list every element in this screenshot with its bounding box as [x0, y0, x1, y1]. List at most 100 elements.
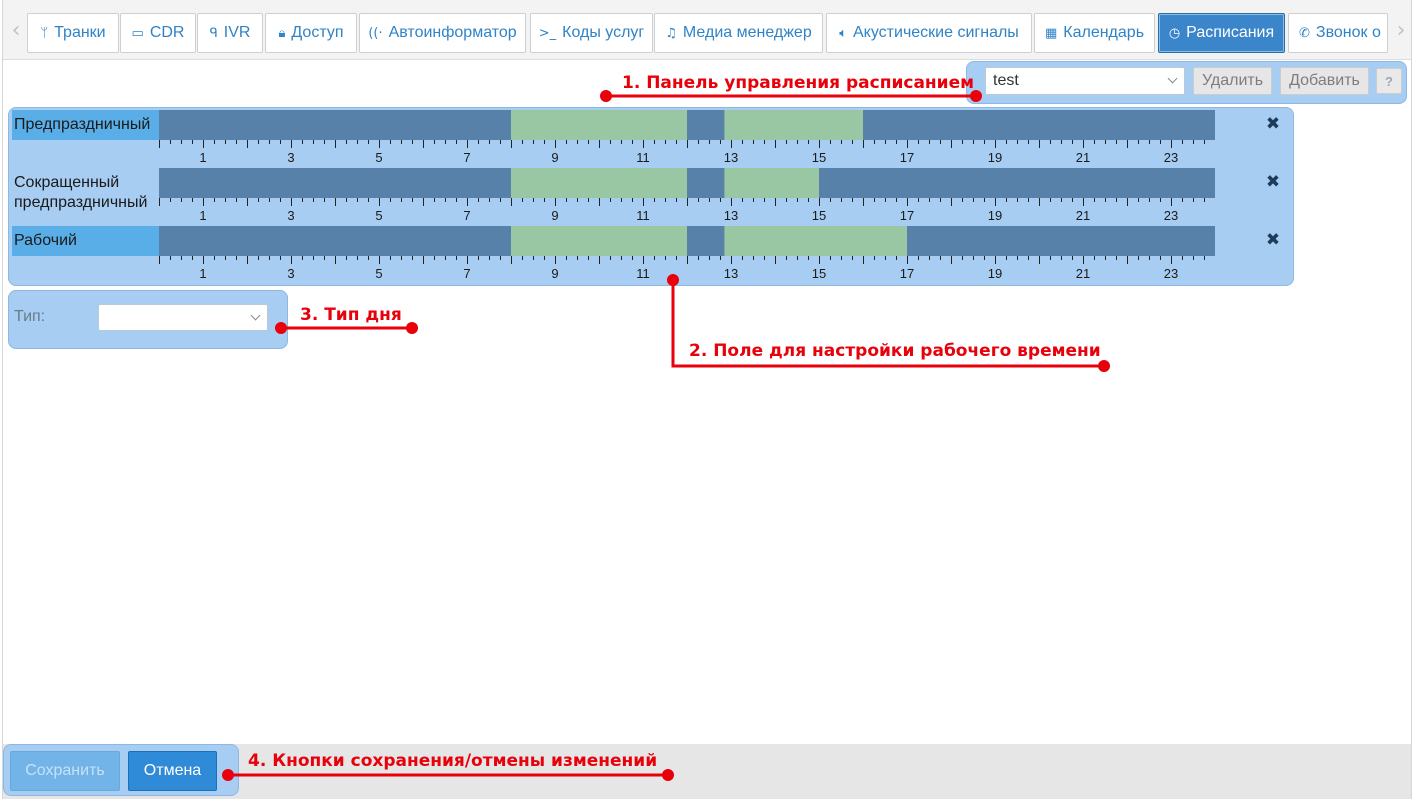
- chat-icon: ᑫ: [209, 25, 218, 41]
- ruler-tick-label: 3: [287, 208, 294, 223]
- scroll-left-icon[interactable]: ‹: [8, 20, 24, 44]
- annotation-4: 4. Кнопки сохранения/отмены изменений: [248, 751, 658, 771]
- tab-call[interactable]: ✆ Звонок о: [1288, 13, 1388, 53]
- hour-ruler: 1 3 5 7 9 11 13 15 17 19 21 23: [159, 140, 1205, 165]
- credit-card-icon: ▭: [131, 25, 144, 41]
- ruler-tick-label: 5: [375, 150, 382, 165]
- schedule-select[interactable]: test: [985, 67, 1185, 95]
- ruler-tick-label: 19: [988, 266, 1002, 281]
- ruler-tick-label: 19: [988, 150, 1002, 165]
- tab-label: IVR: [223, 24, 251, 41]
- timeline-bar[interactable]: [159, 110, 1215, 140]
- ruler-tick-label: 13: [724, 266, 738, 281]
- ruler-tick-label: 23: [1164, 150, 1178, 165]
- ruler-tick-label: 7: [463, 208, 470, 223]
- work-period-segment[interactable]: [511, 110, 687, 140]
- hour-ruler: 1 3 5 7 9 11 13 15 17 19 21 23: [159, 198, 1205, 223]
- ruler-tick-label: 9: [551, 266, 558, 281]
- day-type-select[interactable]: [98, 304, 268, 331]
- day-row-label: Предпраздничный: [12, 110, 159, 140]
- ruler-tick-label: 1: [199, 150, 206, 165]
- tab-acoustic-signals[interactable]: 🔈︎ Акустические сигналы: [826, 13, 1032, 53]
- help-button[interactable]: ?: [1376, 68, 1402, 94]
- tab-label: Автоинформатор: [388, 24, 517, 41]
- tab-calendar[interactable]: ▦ Календарь: [1034, 13, 1155, 53]
- footer-bar: Сохранить Отмена: [3, 744, 1411, 799]
- tab-label: Доступ: [291, 24, 344, 41]
- tab-label: Медиа менеджер: [682, 24, 812, 41]
- ruler-tick-label: 21: [1076, 266, 1090, 281]
- volume-icon: 🔈︎: [839, 25, 847, 41]
- work-period-segment[interactable]: [511, 226, 687, 256]
- tab-strip: ‹ ᛘ Транки ▭ CDR ᑫ IVR 🔒︎ Доступ ((· Авт…: [3, 0, 1411, 60]
- cancel-button[interactable]: Отмена: [128, 751, 217, 791]
- tab-media-manager[interactable]: ♫ Медиа менеджер: [654, 13, 823, 53]
- ruler-tick-label: 9: [551, 208, 558, 223]
- calendar-icon: ▦: [1044, 25, 1058, 41]
- work-period-segment[interactable]: [724, 110, 863, 140]
- timeline-bar[interactable]: [159, 168, 1215, 198]
- remove-row-icon[interactable]: ✖: [1265, 173, 1281, 191]
- ruler-tick-label: 21: [1076, 150, 1090, 165]
- hour-ruler: 1 3 5 7 9 11 13 15 17 19 21 23: [159, 256, 1205, 281]
- add-button[interactable]: Добавить: [1280, 67, 1369, 95]
- day-type-label: Тип:: [14, 308, 46, 325]
- ruler-tick-label: 13: [724, 208, 738, 223]
- terminal-icon: >_: [538, 25, 557, 41]
- day-row-label-line1: Сокращенный: [14, 174, 120, 191]
- save-button[interactable]: Сохранить: [10, 751, 120, 791]
- day-row-label: Рабочий: [12, 226, 159, 256]
- work-period-segment[interactable]: [724, 226, 907, 256]
- tab-schedules[interactable]: ◷ Расписания: [1158, 13, 1285, 53]
- tab-access[interactable]: 🔒︎ Доступ: [265, 13, 357, 53]
- tab-cdr[interactable]: ▭ CDR: [120, 13, 196, 53]
- annotation-2: 2. Поле для настройки рабочего времени: [689, 341, 1101, 361]
- day-row-label-line2: предпраздничный: [14, 194, 148, 211]
- phone-icon: ✆: [1299, 25, 1310, 41]
- tab-label: CDR: [149, 24, 185, 41]
- scroll-right-icon[interactable]: ›: [1393, 20, 1409, 44]
- music-icon: ♫: [665, 25, 677, 41]
- tab-autoinformer[interactable]: ((· Автоинформатор: [359, 13, 526, 53]
- ruler-tick-label: 15: [812, 266, 826, 281]
- clock-icon: ◷: [1168, 25, 1181, 41]
- work-period-segment[interactable]: [511, 168, 687, 198]
- remove-row-icon[interactable]: ✖: [1265, 115, 1281, 133]
- ruler-tick-label: 23: [1164, 208, 1178, 223]
- ruler-tick-label: 15: [812, 208, 826, 223]
- ruler-tick-label: 11: [636, 150, 650, 165]
- ruler-tick-label: 23: [1164, 266, 1178, 281]
- timeline-bar[interactable]: [159, 226, 1215, 256]
- lock-icon: 🔒︎: [278, 25, 286, 41]
- working-time-panel: Предпраздничный 1 3 5 7 9 11 13 15 17 19 21 23 ✖ Со…: [8, 107, 1294, 286]
- ruler-tick-label: 7: [463, 150, 470, 165]
- tab-label: Звонок о: [1315, 24, 1381, 41]
- ruler-tick-label: 17: [900, 150, 914, 165]
- branch-icon: ᛘ: [40, 25, 49, 41]
- tab-label: Календарь: [1063, 24, 1145, 41]
- tab-service-codes[interactable]: >_ Коды услуг: [530, 13, 653, 53]
- ruler-tick-label: 1: [199, 208, 206, 223]
- remove-row-icon[interactable]: ✖: [1265, 231, 1281, 249]
- schedule-select-value: test: [993, 72, 1019, 89]
- save-cancel-panel: Сохранить Отмена: [3, 744, 239, 796]
- ruler-tick-label: 15: [812, 150, 826, 165]
- tab-ivr[interactable]: ᑫ IVR: [197, 13, 263, 53]
- tab-label: Акустические сигналы: [853, 24, 1019, 41]
- day-row-label-line1: Рабочий: [14, 232, 77, 249]
- tab-label: Транки: [54, 24, 106, 41]
- ruler-tick-label: 17: [900, 208, 914, 223]
- ruler-tick-label: 3: [287, 266, 294, 281]
- day-row-label: Сокращенный предпраздничный: [12, 168, 159, 211]
- day-row-workday: Рабочий 1 3 5 7 9 11 13 15 17 19 21 23 ✖: [9, 224, 1295, 282]
- ruler-tick-label: 7: [463, 266, 470, 281]
- ruler-tick-label: 21: [1076, 208, 1090, 223]
- ruler-tick-label: 9: [551, 150, 558, 165]
- day-row-short-preholiday: Сокращенный предпраздничный 1 3 5 7 9 11 13 15 1…: [9, 166, 1295, 224]
- ruler-tick-label: 13: [724, 150, 738, 165]
- chevron-down-icon: [1167, 73, 1178, 84]
- delete-button[interactable]: Удалить: [1193, 67, 1272, 95]
- tab-trunks[interactable]: ᛘ Транки: [27, 13, 119, 53]
- work-period-segment[interactable]: [724, 168, 819, 198]
- annotation-3: 3. Тип дня: [300, 305, 402, 325]
